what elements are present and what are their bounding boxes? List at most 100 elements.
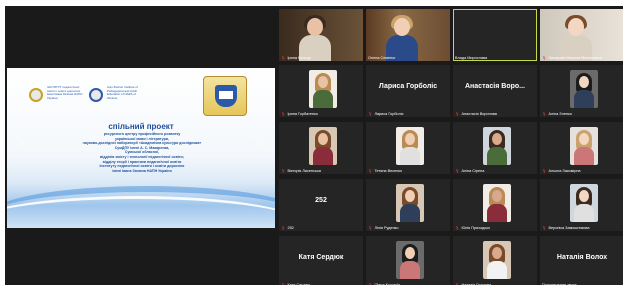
participant-name-label: 🎙 Тетяна Весенко (368, 169, 402, 173)
muted-mic-icon: 🎙 (542, 169, 547, 173)
participant-tile[interactable]: 🎙 Вікторія Лисенська (279, 122, 363, 174)
participant-display-name: Анастасія Воро... (465, 83, 525, 90)
participant-tile[interactable]: 🎙 Аліна Сірена (453, 122, 537, 174)
participant-name-label: 🎙 Вероніка Замошникова (542, 226, 589, 230)
slide-arrow-right-icon: › (257, 136, 261, 150)
participant-display-name: Катя Сердюк (298, 254, 344, 261)
participant-display-name: 252 (315, 197, 327, 204)
participant-name-label: 🎙 Катя Сердюк (281, 283, 310, 285)
participant-name: Аліна Зленко (548, 112, 572, 116)
participant-name: Наталія Громова (461, 283, 492, 285)
participant-name-label: 🎙 Ірина Кольце... (281, 56, 314, 60)
participant-name: Юлія Приходько (461, 226, 491, 230)
participant-tile[interactable]: 🎙 Вероніка Замошникова (540, 179, 623, 231)
participant-name: Олена Семеног (368, 56, 396, 60)
slide-decoration (7, 196, 275, 228)
participant-video (366, 9, 450, 61)
participant-name-label: 🎙 Лілія Руденко (368, 226, 399, 230)
participant-tile[interactable]: 🎙 Альона Закомірна (540, 122, 623, 174)
participant-tile[interactable]: 🎙 Аліна Зленко (540, 65, 623, 117)
profile-photo (570, 70, 598, 108)
slide-title: спільний проект (108, 122, 174, 131)
slide-arrow-left-icon: ‹ (21, 136, 25, 150)
muted-mic-icon: 🎙 (281, 283, 286, 285)
participant-tile[interactable]: Наталія Волох Подключение звука (540, 236, 623, 285)
participant-tile[interactable]: 🎙 Ірина Кольце... (279, 9, 363, 61)
participant-tile[interactable]: Лариса Горболіс 🎙 Лариса Горболіс (366, 65, 450, 117)
profile-photo (309, 127, 337, 165)
participant-name-label: 🎙 Альона Закомірна (542, 169, 581, 173)
participant-name-label: 🎙 Наталія Громова (455, 283, 491, 285)
muted-mic-icon: 🎙 (368, 112, 373, 116)
participant-tile[interactable]: 🎙 Тетяна Весенко (366, 122, 450, 174)
profile-photo (570, 127, 598, 165)
muted-mic-icon: 🎙 (281, 226, 286, 230)
participant-name-label: 🎙 Анастасія Воронова (455, 112, 497, 116)
participant-tile[interactable]: Олена Семеног (366, 9, 450, 61)
profile-photo (483, 184, 511, 222)
institute-logo-icon (29, 88, 43, 102)
muted-mic-icon: 🎙 (368, 226, 373, 230)
participant-tile[interactable]: 🎙 Юлія Приходько (453, 179, 537, 231)
participant-name-label: Подключение звука (542, 283, 577, 285)
participant-name: Ірина Горбатенко (287, 112, 318, 116)
shared-screen-slide: ІНСТИТУТ педагогічної освіти і освіти до… (7, 68, 275, 228)
participant-tile[interactable]: Катя Сердюк 🎙 Катя Сердюк (279, 236, 363, 285)
muted-mic-icon: 🎙 (542, 56, 547, 60)
participant-name: Вероніка Замошникова (548, 226, 590, 230)
participant-name: Тетяна Весенко (374, 169, 403, 173)
participant-tile[interactable]: 🎙 Наталія Громова (453, 236, 537, 285)
participant-name: Катя Сердюк (287, 283, 311, 285)
muted-mic-icon: 🎙 (368, 169, 373, 173)
muted-mic-icon: 🎙 (455, 226, 460, 230)
participant-name-label: 🎙 Olena Kurneda (368, 283, 400, 285)
participant-name: Аліна Сірена (461, 169, 485, 173)
muted-mic-icon: 🎙 (368, 283, 373, 285)
profile-photo (396, 184, 424, 222)
profile-photo (483, 127, 511, 165)
participant-name: Анастасія Воронова (461, 112, 497, 116)
university-crest-icon (203, 76, 247, 116)
profile-photo (396, 127, 424, 165)
participant-name-label: 🎙 Аліна Сірена (455, 169, 484, 173)
participant-name: Чикарова Марина Миколаївна (548, 56, 602, 60)
profile-photo (396, 241, 424, 279)
participant-tile[interactable]: 🎙 Лілія Руденко (366, 179, 450, 231)
participant-tile[interactable]: 🎙 Olena Kurneda (366, 236, 450, 285)
muted-mic-icon: 🎙 (281, 112, 286, 116)
profile-photo (483, 241, 511, 279)
participant-name-label: 🎙 Чикарова Марина Миколаївна (542, 56, 602, 60)
participant-name-label: 🎙 252 (281, 226, 294, 230)
participant-name-label: 🎙 Юлія Приходько (455, 226, 490, 230)
participant-display-name: Лариса Горболіс (378, 83, 438, 90)
participant-name: Лілія Руденко (374, 226, 399, 230)
muted-mic-icon: 🎙 (542, 226, 547, 230)
profile-photo (570, 184, 598, 222)
participant-name-label: 🎙 Лариса Горболіс (368, 112, 404, 116)
participant-name-label: 🎙 Вікторія Лисенська (281, 169, 321, 173)
muted-mic-icon: 🎙 (455, 283, 460, 285)
slide-line: імені Івана Зязюна НАПН України (112, 168, 172, 173)
participant-name-label: Влада Мирослава (455, 56, 487, 60)
participant-name: 252 (287, 226, 294, 230)
participant-name: Альона Закомірна (548, 169, 581, 173)
participant-tile[interactable]: Анастасія Воро... 🎙 Анастасія Воронова (453, 65, 537, 117)
participant-name: Подключение звука (542, 283, 577, 285)
institute-emblem-icon (89, 88, 103, 102)
participant-tile[interactable]: Влада Мирослава (453, 9, 537, 61)
muted-mic-icon: 🎙 (455, 169, 460, 173)
participant-name: Влада Мирослава (455, 56, 488, 60)
participant-tile[interactable]: 🎙 Чикарова Марина Миколаївна (540, 9, 623, 61)
participant-name-label: 🎙 Аліна Зленко (542, 112, 572, 116)
participant-video (279, 9, 363, 61)
institution-name-en: Ivan Ziaziun Institute of Pedagogical an… (107, 85, 138, 100)
muted-mic-icon: 🎙 (455, 112, 460, 116)
participant-name: Olena Kurneda (374, 283, 400, 285)
participant-tile[interactable]: 🎙 Ірина Горбатенко (279, 65, 363, 117)
participant-tile[interactable]: 252 🎙 252 (279, 179, 363, 231)
muted-mic-icon: 🎙 (281, 169, 286, 173)
muted-mic-icon: 🎙 (542, 112, 547, 116)
participant-display-name: Наталія Волох (556, 254, 608, 261)
institution-name-ua: ІНСТИТУТ педагогічної освіти і освіти до… (47, 85, 83, 100)
participant-name-label: 🎙 Ірина Горбатенко (281, 112, 318, 116)
